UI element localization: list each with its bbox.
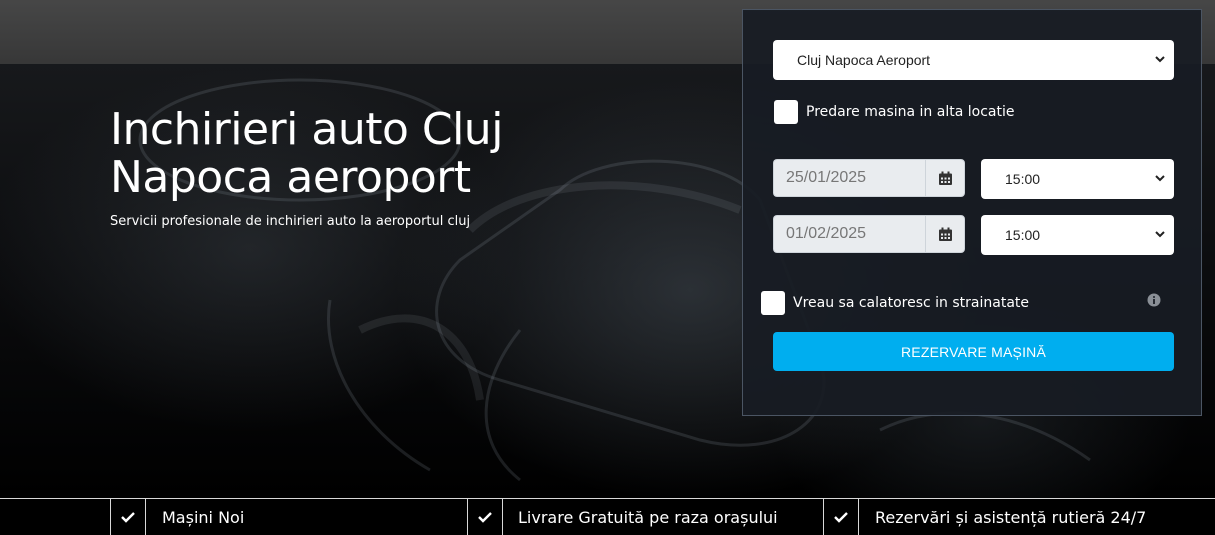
- feature-new-cars: Mașini Noi: [162, 507, 245, 527]
- page-subtitle: Servicii profesionale de inchirieri auto…: [110, 214, 471, 229]
- pickup-date-group: 25/01/2025: [773, 159, 965, 197]
- check-icon: [121, 512, 135, 523]
- chevron-down-icon: [1155, 231, 1165, 238]
- return-calendar-button[interactable]: [925, 215, 965, 253]
- different-return-row: Predare masina in alta locatie: [774, 100, 1014, 124]
- pickup-location-value: Cluj Napoca Aeroport: [797, 52, 931, 68]
- info-icon[interactable]: [1147, 293, 1161, 307]
- different-return-checkbox[interactable]: [774, 100, 798, 124]
- pickup-location-select[interactable]: Cluj Napoca Aeroport: [773, 40, 1174, 80]
- travel-abroad-checkbox[interactable]: [761, 291, 785, 315]
- check-icon: [478, 512, 492, 523]
- feature-check-box: [110, 499, 146, 535]
- page-title: Inchirieri auto Cluj Napoca aeroport: [110, 104, 503, 203]
- return-date-group: 01/02/2025: [773, 215, 965, 253]
- chevron-down-icon: [1155, 175, 1165, 182]
- pickup-time-value: 15:00: [1005, 171, 1041, 187]
- chevron-down-icon: [1155, 56, 1165, 63]
- calendar-icon: [938, 227, 952, 241]
- features-bar: Mașini Noi Livrare Gratuită pe raza oraș…: [0, 498, 1215, 535]
- reserve-car-button[interactable]: REZERVARE MAȘINĂ: [773, 332, 1174, 371]
- pickup-time-select[interactable]: 15:00: [981, 159, 1174, 199]
- check-icon: [834, 512, 848, 523]
- feature-check-box: [467, 499, 503, 535]
- pickup-date-input[interactable]: 25/01/2025: [773, 159, 925, 197]
- pickup-calendar-button[interactable]: [925, 159, 965, 197]
- travel-abroad-row: Vreau sa calatoresc in strainatate: [761, 291, 1029, 315]
- return-time-value: 15:00: [1005, 227, 1041, 243]
- feature-support-24-7: Rezervări și asistență rutieră 24/7: [875, 507, 1147, 527]
- calendar-icon: [938, 171, 952, 185]
- return-date-input[interactable]: 01/02/2025: [773, 215, 925, 253]
- feature-check-box: [823, 499, 859, 535]
- different-return-label: Predare masina in alta locatie: [806, 104, 1015, 120]
- travel-abroad-label: Vreau sa calatoresc in strainatate: [793, 295, 1030, 311]
- return-time-select[interactable]: 15:00: [981, 215, 1174, 255]
- feature-free-delivery: Livrare Gratuită pe raza orașului: [518, 507, 778, 527]
